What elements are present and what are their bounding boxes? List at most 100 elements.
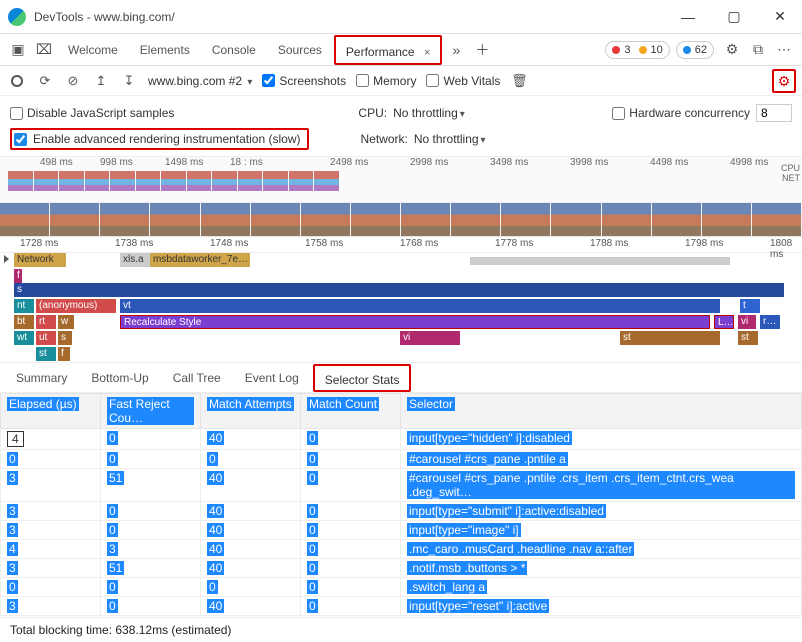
upload-recording-button[interactable]: ↥ (92, 72, 110, 90)
table-row[interactable]: 351400.notif.msb .buttons > * (1, 559, 802, 578)
table-cell: 0 (301, 429, 401, 450)
device-toggle-icon[interactable]: ⌧ (32, 38, 56, 62)
table-cell: 40 (201, 559, 301, 578)
recording-select[interactable]: www.bing.com #2 ▾ (148, 74, 252, 88)
overview-net-label: NET (781, 173, 800, 183)
table-cell: 3 (1, 502, 101, 521)
table-cell: input[type="image" i] (401, 521, 802, 540)
screenshots-checkbox[interactable]: Screenshots (262, 74, 346, 88)
more-menu-icon[interactable]: ⋯ (772, 38, 796, 62)
col-match-attempts[interactable]: Match Attempts (201, 394, 301, 429)
flamechart[interactable]: Network xls.a msbdataworker_7e… f s nt (… (0, 253, 802, 363)
col-fast-reject[interactable]: Fast Reject Cou… (101, 394, 201, 429)
table-cell: 0 (301, 450, 401, 469)
timeline-overview[interactable]: 498 ms 998 ms 1498 ms 18 : ms 2498 ms 29… (0, 157, 802, 203)
table-cell: 0 (1, 578, 101, 597)
error-count: 3 (624, 44, 630, 56)
window-minimize-button[interactable]: — (674, 5, 702, 29)
cpu-throttle-select[interactable]: No throttling▾ (393, 106, 465, 120)
tab-bottom-up[interactable]: Bottom-Up (81, 364, 158, 392)
selector-stats-table[interactable]: Elapsed (µs) Fast Reject Cou… Match Atte… (0, 393, 802, 616)
table-cell: #carousel #crs_pane .pntile a (401, 450, 802, 469)
disable-js-checkbox[interactable]: Disable JavaScript samples (10, 106, 174, 120)
table-cell: input[type="reset" i]:active (401, 597, 802, 616)
table-cell: .mc_caro .musCard .headline .nav a::afte… (401, 540, 802, 559)
table-cell: 0 (1, 450, 101, 469)
table-cell: input[type="hidden" i]:disabled (401, 429, 802, 450)
dock-side-icon[interactable]: ⧉ (746, 38, 770, 62)
reload-record-button[interactable]: ⟳ (36, 72, 54, 90)
capture-settings-panel: Disable JavaScript samples CPU: No throt… (0, 96, 802, 157)
col-selector[interactable]: Selector (401, 394, 802, 429)
capture-settings-button[interactable]: ⚙ (772, 69, 796, 93)
col-match-count[interactable]: Match Count (301, 394, 401, 429)
table-cell: 0 (301, 540, 401, 559)
advanced-rendering-checkbox[interactable]: Enable advanced rendering instrumentatio… (10, 128, 309, 150)
delete-recording-button[interactable]: 🗑 (510, 72, 528, 90)
table-cell: 40 (201, 521, 301, 540)
tab-summary[interactable]: Summary (6, 364, 77, 392)
tab-performance[interactable]: Performance × (334, 35, 442, 65)
table-row[interactable]: 30400input[type="submit" i]:active:disab… (1, 502, 802, 521)
table-row[interactable]: 43400.mc_caro .musCard .headline .nav a:… (1, 540, 802, 559)
add-tab-icon[interactable]: ＋ (470, 38, 494, 62)
window-title: DevTools - www.bing.com/ (34, 10, 674, 24)
window-titlebar: DevTools - www.bing.com/ — ▢ ✕ (0, 0, 802, 34)
cpu-throttle-label: CPU: (358, 106, 387, 120)
panel-tabstrip: ▣ ⌧ Welcome Elements Console Sources Per… (0, 34, 802, 66)
clear-button[interactable]: ⊘ (64, 72, 82, 90)
table-cell: 0 (101, 578, 201, 597)
table-cell: 0 (301, 578, 401, 597)
table-row[interactable]: 30400input[type="reset" i]:active (1, 597, 802, 616)
table-row[interactable]: 40400input[type="hidden" i]:disabled (1, 429, 802, 450)
table-cell: 0 (301, 469, 401, 502)
table-cell: .switch_lang a (401, 578, 802, 597)
hardware-concurrency-input[interactable] (756, 104, 792, 122)
warning-count: 10 (651, 44, 663, 56)
error-count-pill[interactable]: 3 10 (605, 41, 669, 59)
table-cell: 3 (1, 559, 101, 578)
table-cell: 51 (101, 469, 201, 502)
window-maximize-button[interactable]: ▢ (720, 5, 748, 29)
table-cell: 40 (201, 469, 301, 502)
tab-sources[interactable]: Sources (268, 35, 332, 65)
tabs-overflow-icon[interactable]: » (444, 38, 468, 62)
table-row[interactable]: 0000#carousel #crs_pane .pntile a (1, 450, 802, 469)
network-throttle-select[interactable]: No throttling▾ (414, 132, 486, 146)
tab-call-tree[interactable]: Call Tree (163, 364, 231, 392)
hardware-concurrency-checkbox[interactable]: Hardware concurrency (612, 106, 750, 120)
tab-close-icon[interactable]: × (424, 47, 430, 59)
info-count: 62 (695, 44, 707, 56)
record-button[interactable] (8, 72, 26, 90)
table-row[interactable]: 30400input[type="image" i] (1, 521, 802, 540)
table-row[interactable]: 0000.switch_lang a (1, 578, 802, 597)
overview-bars (8, 171, 772, 191)
tab-performance-label: Performance (346, 45, 415, 59)
expand-toggle-icon[interactable] (4, 255, 9, 263)
screenshot-filmstrip[interactable] (0, 203, 802, 237)
table-cell: 0 (301, 559, 401, 578)
tab-welcome[interactable]: Welcome (58, 35, 128, 65)
tab-console[interactable]: Console (202, 35, 266, 65)
performance-toolbar: ⟳ ⊘ ↥ ↧ www.bing.com #2 ▾ Screenshots Me… (0, 66, 802, 96)
webvitals-checkbox[interactable]: Web Vitals (426, 74, 500, 88)
window-close-button[interactable]: ✕ (766, 5, 794, 29)
table-cell: 40 (201, 429, 301, 450)
inspect-icon[interactable]: ▣ (6, 38, 30, 62)
table-row[interactable]: 351400#carousel #crs_pane .pntile .crs_i… (1, 469, 802, 502)
table-cell: 40 (201, 597, 301, 616)
tab-selector-stats[interactable]: Selector Stats (313, 364, 412, 392)
table-cell: 0 (101, 502, 201, 521)
table-cell: .notif.msb .buttons > * (401, 559, 802, 578)
col-elapsed[interactable]: Elapsed (µs) (1, 394, 101, 429)
memory-checkbox[interactable]: Memory (356, 74, 416, 88)
overview-cpu-label: CPU (781, 163, 800, 173)
download-recording-button[interactable]: ↧ (120, 72, 138, 90)
table-cell: 40 (201, 540, 301, 559)
tab-elements[interactable]: Elements (130, 35, 200, 65)
info-count-pill[interactable]: 62 (676, 41, 714, 59)
settings-gear-icon[interactable]: ⚙ (720, 38, 744, 62)
table-cell: 0 (301, 597, 401, 616)
track-network-label[interactable]: Network (14, 253, 66, 267)
tab-event-log[interactable]: Event Log (235, 364, 309, 392)
